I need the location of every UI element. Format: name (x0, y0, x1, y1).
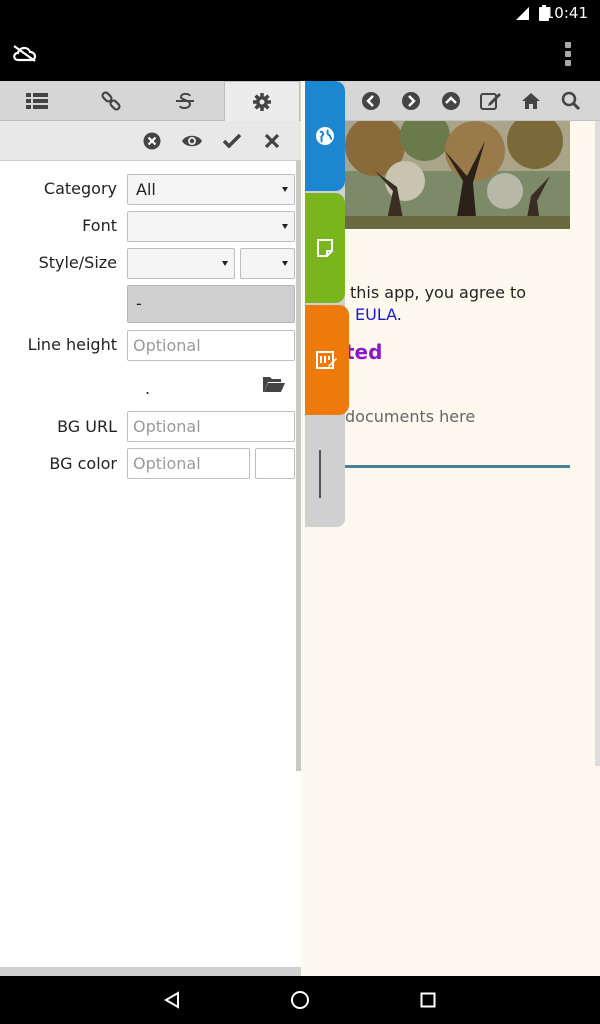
close-icon (264, 133, 280, 149)
tab-note[interactable] (305, 193, 345, 303)
gear-icon (253, 93, 271, 111)
bg-color-label: BG color (49, 454, 117, 473)
edit-icon[interactable] (479, 89, 503, 113)
bg-url-placeholder: Optional (133, 417, 201, 436)
tab-settings[interactable] (224, 81, 300, 122)
edit-note-icon (316, 351, 337, 369)
drag-handle[interactable] (319, 450, 321, 498)
chevron-down-icon (222, 261, 228, 266)
web-scrollbar[interactable] (595, 121, 600, 766)
style-select[interactable] (127, 248, 235, 279)
tree-photo (345, 121, 570, 229)
category-select[interactable]: All (127, 174, 295, 205)
chevron-down-icon (282, 261, 288, 266)
signal-icon (516, 7, 529, 20)
panel-bottom-bar (0, 967, 301, 976)
web-content[interactable]: this app, you agree to EULA. ted documen… (305, 121, 595, 976)
up-icon[interactable] (439, 89, 463, 113)
eula-period: . (396, 305, 402, 324)
eye-icon (182, 135, 202, 147)
divider (345, 465, 570, 468)
nav-recents-icon[interactable] (416, 988, 440, 1012)
panel-scrollbar[interactable] (296, 161, 301, 771)
check-icon (223, 133, 241, 149)
cloud-off-icon[interactable] (12, 44, 38, 62)
category-value: All (136, 180, 156, 199)
bg-url-input[interactable]: Optional (127, 411, 295, 442)
preview-value: - (136, 294, 142, 313)
globe-icon (316, 127, 334, 145)
apply-button[interactable] (220, 129, 244, 153)
line-height-label: Line height (27, 335, 117, 354)
navigation-bar (0, 976, 600, 1024)
bg-color-input[interactable]: Optional (127, 448, 250, 479)
clear-icon (143, 132, 161, 150)
bg-color-swatch[interactable] (255, 448, 295, 479)
font-label: Font (82, 216, 117, 235)
panel-tabs (0, 81, 301, 122)
chevron-down-icon (282, 224, 288, 229)
bg-color-placeholder: Optional (133, 454, 201, 473)
forward-icon[interactable] (399, 89, 423, 113)
page-heading: ted (345, 340, 383, 364)
browser-toolbar (345, 81, 600, 121)
status-time: 10:41 (544, 4, 588, 22)
file-name: . (145, 379, 151, 398)
eula-link[interactable]: EULA (355, 305, 397, 324)
bg-url-label: BG URL (57, 417, 117, 436)
list-icon (26, 93, 48, 109)
search-icon[interactable] (559, 89, 583, 113)
home-icon[interactable] (519, 89, 543, 113)
status-bar: 10:41 (0, 0, 600, 26)
tab-globe[interactable] (305, 81, 345, 191)
note-icon (317, 239, 333, 257)
category-label: Category (43, 179, 117, 198)
nav-home-icon[interactable] (288, 988, 312, 1012)
strikethrough-icon (176, 92, 194, 110)
app-bar (0, 26, 600, 81)
nav-back-icon[interactable] (160, 988, 184, 1012)
link-icon (101, 91, 121, 111)
eula-text: this app, you agree to (350, 283, 527, 302)
tab-edit[interactable] (305, 305, 349, 415)
preview-button[interactable] (180, 129, 204, 153)
chevron-down-icon (282, 187, 288, 192)
eula-text-line2: EULA. (355, 305, 402, 324)
settings-panel: Category All Font Style/Size - Line heig… (0, 81, 301, 976)
tab-list[interactable] (0, 81, 74, 121)
style-size-label: Style/Size (38, 253, 117, 272)
tab-strikethrough[interactable] (148, 81, 222, 121)
clear-button[interactable] (140, 129, 164, 153)
tab-links[interactable] (74, 81, 148, 121)
line-height-input[interactable]: Optional (127, 330, 295, 361)
back-icon[interactable] (359, 89, 383, 113)
panel-actions (0, 121, 301, 161)
size-select[interactable] (240, 248, 295, 279)
folder-open-icon (263, 377, 285, 392)
overflow-menu-icon[interactable] (556, 40, 580, 68)
line-height-placeholder: Optional (133, 336, 201, 355)
documents-text: documents here (345, 407, 476, 426)
open-folder-button[interactable] (262, 374, 286, 396)
close-button[interactable] (260, 129, 284, 153)
font-preview: - (127, 285, 295, 323)
font-select[interactable] (127, 211, 295, 242)
